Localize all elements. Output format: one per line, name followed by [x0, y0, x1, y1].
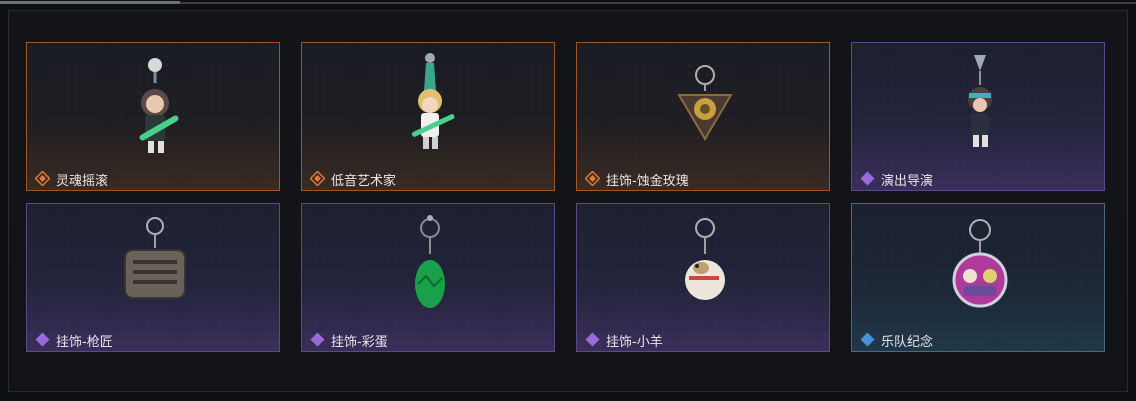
- item-card-band-memorial[interactable]: 乐队纪念: [851, 203, 1105, 352]
- corner-accent: [1098, 204, 1104, 210]
- corner-accent: [302, 204, 308, 210]
- corner-accent: [273, 345, 279, 351]
- item-name: 挂饰-彩蛋: [331, 335, 388, 350]
- corner-accent: [823, 184, 829, 190]
- corner-accent: [27, 345, 33, 351]
- corner-accent: [548, 204, 554, 210]
- corner-accent: [577, 184, 583, 190]
- item-name: 挂饰-枪匠: [56, 335, 113, 350]
- item-card-bass-artist[interactable]: 低音艺术家: [301, 42, 555, 191]
- corner-accent: [302, 43, 308, 49]
- corner-accent: [852, 184, 858, 190]
- item-name: 挂饰-小羊: [606, 335, 663, 350]
- rare-rarity-icon: [860, 332, 875, 347]
- item-name: 低音艺术家: [331, 174, 397, 189]
- corner-accent: [1098, 184, 1104, 190]
- item-card-show-director[interactable]: 演出导演: [851, 42, 1105, 191]
- corner-accent: [27, 43, 33, 49]
- corner-accent: [273, 204, 279, 210]
- corner-accent: [823, 204, 829, 210]
- gunsmith-case-charm-icon: [124, 217, 186, 299]
- green-egg-charm-icon: [415, 215, 445, 308]
- item-name: 乐队纪念: [881, 335, 934, 350]
- epic-rarity-icon: [310, 332, 325, 347]
- corner-accent: [548, 43, 554, 49]
- legendary-rarity-icon: [585, 171, 600, 186]
- corner-accent: [823, 345, 829, 351]
- corner-accent: [27, 184, 33, 190]
- corner-accent: [548, 184, 554, 190]
- epic-rarity-icon: [860, 171, 875, 186]
- item-card-soul-rock[interactable]: 灵魂摇滚: [26, 42, 280, 191]
- corner-accent: [302, 184, 308, 190]
- item-card-gilded-rose[interactable]: 挂饰-蚀金玫瑰: [576, 42, 830, 191]
- item-card-easter-egg[interactable]: 挂饰-彩蛋: [301, 203, 555, 352]
- corner-accent: [823, 43, 829, 49]
- legendary-rarity-icon: [310, 171, 325, 186]
- corner-accent: [577, 43, 583, 49]
- item-name: 演出导演: [881, 174, 934, 189]
- corner-accent: [577, 204, 583, 210]
- item-card-gunsmith[interactable]: 挂饰-枪匠: [26, 203, 280, 352]
- corner-accent: [302, 345, 308, 351]
- legendary-rarity-icon: [35, 171, 50, 186]
- corner-accent: [852, 43, 858, 49]
- corner-accent: [577, 345, 583, 351]
- corner-accent: [273, 184, 279, 190]
- corner-accent: [548, 345, 554, 351]
- corner-accent: [852, 204, 858, 210]
- corner-accent: [1098, 345, 1104, 351]
- charm-collection-panel: 灵魂摇滚 低音艺术家 挂饰-蚀金玫瑰 演出导演 挂饰-枪匠 挂饰-彩蛋 挂饰-小…: [8, 10, 1128, 392]
- item-name: 挂饰-蚀金玫瑰: [606, 174, 689, 189]
- gilded-rose-charm-icon: [677, 65, 733, 141]
- corner-accent: [273, 43, 279, 49]
- corner-accent: [852, 345, 858, 351]
- item-card-little-sheep[interactable]: 挂饰-小羊: [576, 203, 830, 352]
- epic-rarity-icon: [35, 332, 50, 347]
- rocker-guitar-charm-icon: [139, 58, 179, 153]
- top-scrollbar[interactable]: [0, 1, 180, 4]
- corner-accent: [1098, 43, 1104, 49]
- item-name: 灵魂摇滚: [56, 174, 109, 189]
- sheep-charm-icon: [685, 218, 725, 300]
- band-badge-charm-icon: [952, 219, 1008, 308]
- corner-accent: [27, 204, 33, 210]
- director-charm-icon: [968, 55, 992, 147]
- bassist-charm-icon: [411, 53, 455, 149]
- epic-rarity-icon: [585, 332, 600, 347]
